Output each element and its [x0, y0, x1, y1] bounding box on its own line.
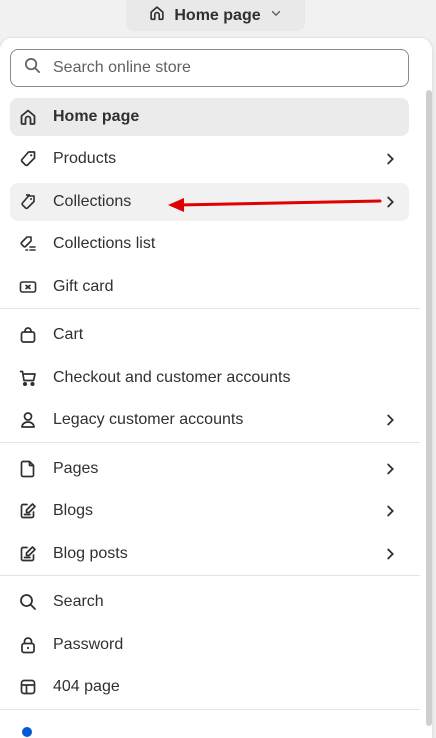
chevron-right-icon — [387, 463, 394, 475]
menu-item-label: Cart — [53, 326, 84, 343]
menu-item-label: Collections — [53, 193, 132, 210]
chevron-right-icon — [387, 153, 394, 165]
divider — [0, 709, 420, 710]
page-selector-label: Home page — [174, 6, 261, 24]
menu-item-label: Legacy customer accounts — [53, 411, 244, 428]
menu-item-label: Pages — [53, 460, 99, 477]
divider — [0, 442, 420, 443]
page-icon — [18, 459, 38, 479]
collection-tag-icon — [18, 192, 38, 212]
chevron-right-icon — [387, 196, 394, 208]
chevron-right-icon — [387, 414, 394, 426]
template-picker-panel: Home page Products Collections Collectio… — [0, 38, 432, 738]
menu-item-cart[interactable]: Cart — [10, 316, 409, 354]
menu-item-label: Collections list — [53, 235, 156, 252]
menu-item-label: 404 page — [53, 678, 120, 695]
chevron-right-icon — [387, 548, 394, 560]
menu-item-products[interactable]: Products — [10, 140, 409, 178]
menu-item-search[interactable]: Search — [10, 583, 409, 621]
menu-item-home-page[interactable]: Home page — [10, 98, 409, 136]
blog-icon — [18, 501, 38, 521]
divider — [0, 575, 420, 576]
scrollbar[interactable] — [426, 90, 432, 726]
tag-icon — [18, 149, 38, 169]
chevron-down-icon — [269, 6, 283, 25]
menu-item-checkout[interactable]: Checkout and customer accounts — [10, 359, 409, 397]
layout-icon — [18, 677, 38, 697]
search-input[interactable] — [51, 58, 385, 78]
menu-item-label: Home page — [53, 108, 140, 125]
home-icon — [18, 107, 38, 127]
page-selector-button[interactable]: Home page — [126, 0, 305, 31]
menu-item-blogs[interactable]: Blogs — [10, 492, 409, 530]
gift-card-icon — [18, 277, 38, 297]
search-icon — [18, 592, 38, 612]
shopping-bag-icon — [18, 325, 38, 345]
menu-item-collections-list[interactable]: Collections list — [10, 225, 409, 263]
menu-item-label: Products — [53, 150, 117, 167]
menu-item-label: Blog posts — [53, 545, 128, 562]
chevron-right-icon — [387, 505, 394, 517]
menu-item-legacy-customer-accounts[interactable]: Legacy customer accounts — [10, 401, 409, 439]
collection-list-icon — [18, 234, 38, 254]
search-field[interactable] — [10, 49, 409, 87]
cart-icon — [18, 368, 38, 388]
menu-item-404-page[interactable]: 404 page — [10, 668, 409, 706]
menu-item-gift-card[interactable]: Gift card — [10, 268, 409, 306]
lock-icon — [18, 635, 38, 655]
menu-item-label: Checkout and customer accounts — [53, 369, 291, 386]
divider — [0, 308, 420, 309]
person-icon — [18, 410, 38, 430]
menu-item-password[interactable]: Password — [10, 626, 409, 664]
menu-item-label: Search — [53, 593, 104, 610]
menu-item-label: Blogs — [53, 502, 94, 519]
menu-item-pages[interactable]: Pages — [10, 450, 409, 488]
search-icon — [23, 56, 42, 80]
blog-post-icon — [18, 544, 38, 564]
home-icon — [148, 4, 166, 27]
menu-item-label: Gift card — [53, 278, 114, 295]
menu-item-label: Password — [53, 636, 124, 653]
menu-item-collections[interactable]: Collections — [10, 183, 409, 221]
menu-item-blog-posts[interactable]: Blog posts — [10, 535, 409, 573]
